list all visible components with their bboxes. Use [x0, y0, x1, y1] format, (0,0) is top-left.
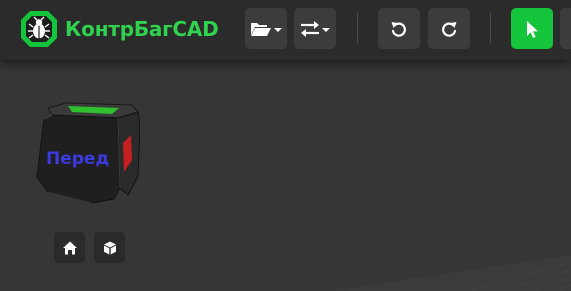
- transform-menu-button[interactable]: [294, 8, 336, 49]
- bug-logo-icon: [21, 11, 57, 47]
- redo-button[interactable]: [428, 8, 470, 49]
- toolbar-divider: [357, 13, 358, 44]
- home-view-button[interactable]: [54, 232, 85, 263]
- undo-icon: [391, 21, 406, 37]
- cube-icon: [103, 241, 116, 254]
- select-tool-button[interactable]: [511, 8, 553, 49]
- folder-open-icon: [251, 22, 282, 36]
- view-cube[interactable]: Перед: [34, 100, 140, 206]
- pointer-cursor-icon: [527, 20, 538, 38]
- cad-app: КонтрБагCAD Перед: [0, 0, 571, 291]
- home-icon: [62, 241, 77, 254]
- redo-icon: [442, 21, 457, 37]
- top-toolbar: КонтрБагCAD: [0, 0, 571, 60]
- chevron-down-icon: [274, 27, 282, 32]
- undo-button[interactable]: [378, 8, 420, 49]
- app-title: КонтрБагCAD: [65, 17, 219, 41]
- swap-arrows-icon: [301, 20, 330, 37]
- next-tool-button[interactable]: [560, 8, 571, 49]
- brand: КонтрБагCAD: [20, 11, 219, 47]
- file-menu-button[interactable]: [245, 8, 287, 49]
- view-cube-graphic: Перед: [36, 102, 140, 204]
- chevron-down-icon: [322, 27, 330, 32]
- iso-view-button[interactable]: [94, 232, 125, 263]
- toolbar-divider: [490, 13, 491, 44]
- cube-front-label: Перед: [46, 149, 109, 169]
